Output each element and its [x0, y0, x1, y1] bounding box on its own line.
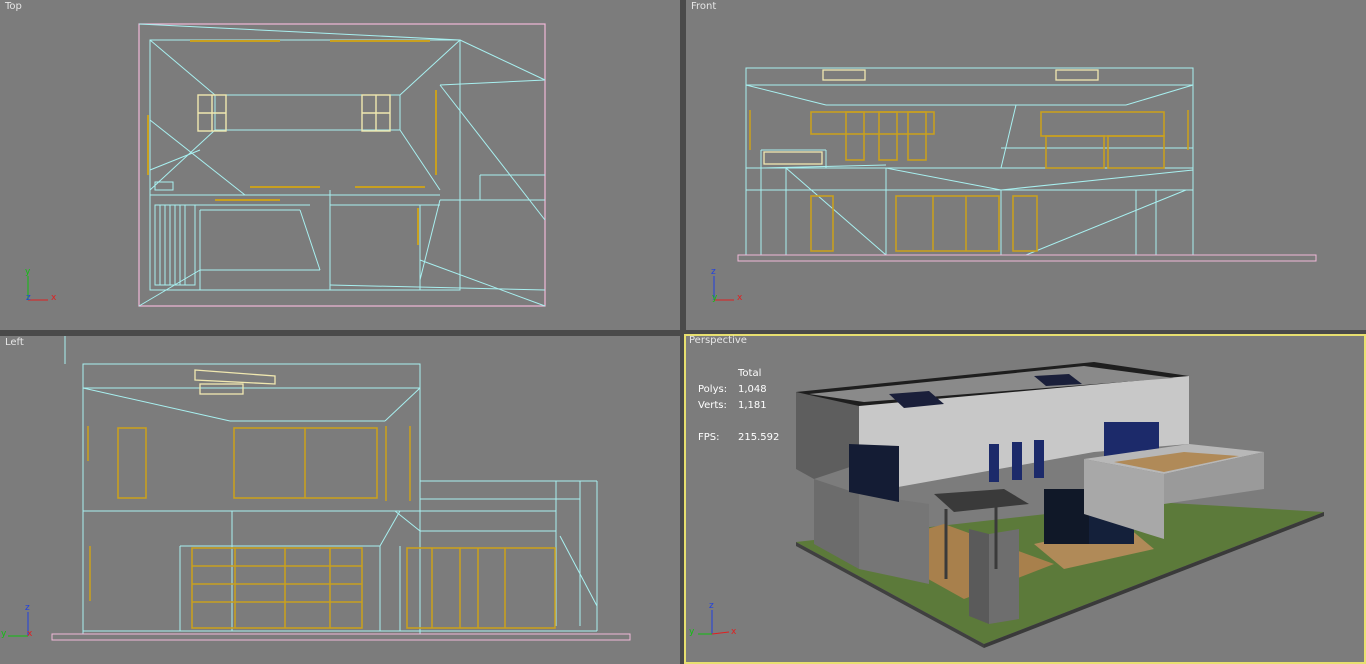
axis-z-label: z [709, 601, 714, 611]
axis-gizmo-top: y z x [25, 267, 57, 303]
viewport-left[interactable]: Left z x y [0, 336, 680, 664]
axis-y-label: y [25, 267, 31, 277]
axis-gizmo-left: z x y [1, 603, 33, 639]
viewport-top[interactable]: Top y z x [0, 0, 680, 330]
viewport-front[interactable]: Front z y x [686, 0, 1366, 330]
axis-z-label: z [26, 293, 31, 303]
axis-x-label: x [51, 293, 57, 303]
viewport-perspective[interactable]: Perspective Total Polys: 1,048 Verts: 1,18… [684, 334, 1366, 664]
axis-y-label: y [1, 629, 7, 639]
front-wireframe [737, 67, 1317, 262]
axis-z-label: z [25, 603, 30, 613]
perspective-house-render [796, 362, 1324, 648]
axis-x-label: x [731, 627, 737, 637]
axis-y-label: y [712, 293, 718, 303]
axis-z-label: z [711, 267, 716, 277]
axis-gizmo-front: z y x [711, 267, 743, 303]
left-wireframe [51, 336, 631, 641]
axis-x-label: x [27, 629, 33, 639]
axis-y-label: y [689, 627, 695, 637]
top-wireframe [138, 23, 546, 307]
axis-x-label: x [737, 293, 743, 303]
axis-gizmo-perspective: z x y [689, 601, 737, 637]
